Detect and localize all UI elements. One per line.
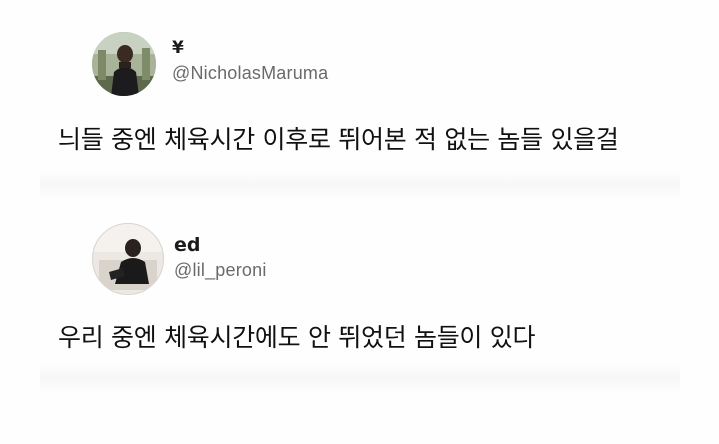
avatar[interactable]	[92, 223, 164, 295]
screenshot-canvas: ¥ @NicholasMaruma 늬들 중엔 체육시간 이후로 뛰어본 적 없…	[0, 0, 719, 444]
display-name[interactable]: ed	[174, 234, 201, 256]
user-handle[interactable]: @NicholasMaruma	[172, 63, 328, 84]
avatar[interactable]	[92, 32, 156, 96]
tweet-text: 우리 중엔 체육시간에도 안 뛰었던 놈들이 있다	[58, 323, 536, 352]
divider	[40, 170, 680, 200]
tweet-card: ed @lil_peroni 우리 중엔 체육시간에도 안 뛰었던 놈들이 있다	[0, 215, 719, 444]
tweet-card: ¥ @NicholasMaruma 늬들 중엔 체육시간 이후로 뛰어본 적 없…	[0, 0, 719, 215]
user-handle[interactable]: @lil_peroni	[174, 260, 267, 281]
avatar-photo	[92, 32, 156, 96]
tweet-text: 늬들 중엔 체육시간 이후로 뛰어본 적 없는 놈들 있을걸	[58, 125, 619, 154]
divider	[40, 363, 680, 393]
display-name[interactable]: ¥	[172, 38, 184, 58]
avatar-photo	[93, 224, 163, 294]
